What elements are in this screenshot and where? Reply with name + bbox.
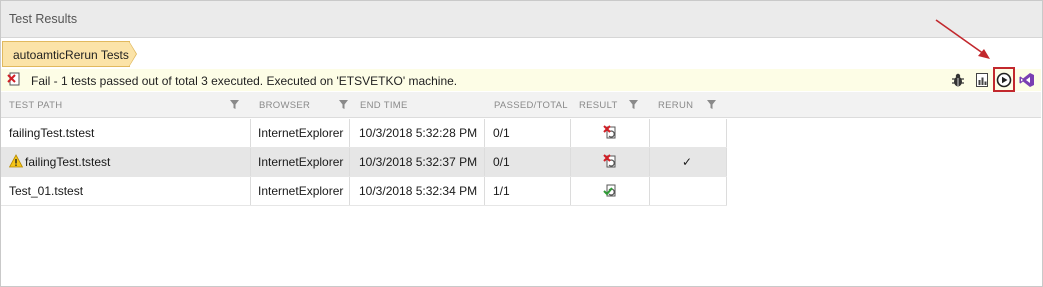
report-icon[interactable] (974, 72, 990, 88)
column-header-end-time[interactable]: END TIME (360, 100, 408, 111)
cell-result (571, 148, 650, 176)
table-header: TEST PATH BROWSER END TIME PASSED/TOTAL … (1, 92, 1041, 118)
table-row[interactable]: failingTest.tstest InternetExplorer 10/3… (1, 119, 727, 148)
cell-rerun (650, 119, 727, 147)
cell-passed-total: 1/1 (485, 177, 571, 205)
column-header-browser[interactable]: BROWSER (259, 100, 310, 111)
breadcrumb-label: autoamticRerun Tests (13, 48, 129, 62)
cell-test-path: Test_01.tstest (1, 177, 251, 205)
filter-icon[interactable] (339, 100, 348, 109)
cell-browser: InternetExplorer (251, 119, 350, 147)
bug-icon[interactable] (950, 72, 966, 88)
cell-rerun (650, 177, 727, 205)
fail-status-icon (7, 72, 20, 86)
column-header-result[interactable]: RESULT (579, 100, 618, 111)
cell-browser: InternetExplorer (251, 177, 350, 205)
end-time-text: 10/3/2018 5:32:37 PM (359, 155, 478, 169)
cell-result (571, 177, 650, 205)
filter-icon[interactable] (230, 100, 239, 109)
cell-passed-total: 0/1 (485, 148, 571, 176)
status-bar: Fail - 1 tests passed out of total 3 exe… (1, 69, 1041, 91)
result-fail-icon[interactable] (603, 125, 617, 139)
filter-icon[interactable] (629, 100, 638, 109)
column-header-test-path[interactable]: TEST PATH (9, 100, 62, 111)
test-path-text: Test_01.tstest (9, 184, 84, 198)
passed-total-text: 0/1 (493, 126, 510, 140)
test-path-text: failingTest.tstest (9, 126, 95, 140)
test-path-text: failingTest.tstest (25, 155, 111, 169)
table-row[interactable]: failingTest.tstest InternetExplorer 10/3… (1, 148, 727, 177)
browser-text: InternetExplorer (258, 126, 344, 140)
passed-total-text: 0/1 (493, 155, 510, 169)
result-pass-icon[interactable] (603, 183, 617, 197)
filter-icon[interactable] (707, 100, 716, 109)
breadcrumb-tip-fill (129, 42, 136, 66)
visual-studio-icon[interactable] (1019, 72, 1035, 88)
end-time-text: 10/3/2018 5:32:34 PM (359, 184, 478, 198)
column-header-passed-total[interactable]: PASSED/TOTAL (494, 100, 568, 111)
cell-browser: InternetExplorer (251, 148, 350, 176)
cell-result (571, 119, 650, 147)
run-button-highlight (993, 67, 1015, 92)
warning-icon (9, 154, 23, 168)
table-row[interactable]: Test_01.tstest InternetExplorer 10/3/201… (1, 177, 727, 206)
cell-end-time: 10/3/2018 5:32:37 PM (350, 148, 485, 176)
cell-end-time: 10/3/2018 5:32:34 PM (350, 177, 485, 205)
passed-total-text: 1/1 (493, 184, 510, 198)
browser-text: InternetExplorer (258, 155, 344, 169)
cell-passed-total: 0/1 (485, 119, 571, 147)
cell-test-path: failingTest.tstest (1, 119, 251, 147)
browser-text: InternetExplorer (258, 184, 344, 198)
breadcrumb[interactable]: autoamticRerun Tests (2, 41, 130, 67)
rerun-checkmark: ✓ (682, 155, 693, 169)
status-message: Fail - 1 tests passed out of total 3 exe… (31, 74, 458, 88)
column-header-rerun[interactable]: RERUN (658, 100, 693, 111)
panel-title: Test Results (9, 12, 78, 26)
panel-title-bar: Test Results (1, 1, 1042, 38)
cell-test-path: failingTest.tstest (1, 148, 251, 176)
cell-end-time: 10/3/2018 5:32:28 PM (350, 119, 485, 147)
end-time-text: 10/3/2018 5:32:28 PM (359, 126, 478, 140)
cell-rerun: ✓ (650, 148, 727, 176)
result-fail-icon[interactable] (603, 154, 617, 168)
